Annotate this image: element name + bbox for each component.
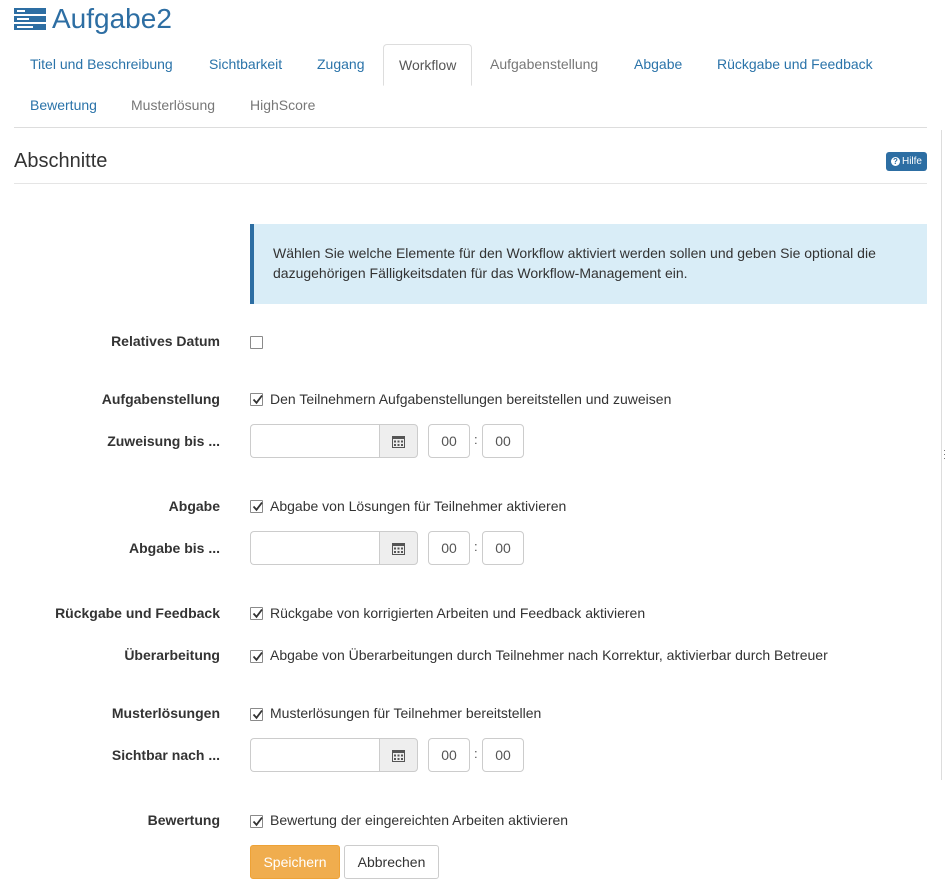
tab-title-description[interactable]: Titel und Beschreibung (15, 44, 188, 84)
help-button[interactable]: ? Hilfe (886, 152, 927, 171)
grading-label: Bewertung (147, 812, 220, 828)
tab-highscore[interactable]: HighScore (235, 85, 330, 125)
assignment-until-calendar-button[interactable] (379, 424, 418, 458)
page-header: Aufgabe2 (14, 2, 172, 36)
revision-label: Überarbeitung (124, 647, 220, 663)
tab-workflow[interactable]: Workflow (383, 44, 472, 86)
save-button[interactable]: Speichern (250, 845, 340, 879)
tab-sample-solution[interactable]: Musterlösung (116, 85, 230, 125)
relative-date-checkbox[interactable] (250, 336, 263, 349)
tab-submission[interactable]: Abgabe (619, 44, 697, 84)
resize-handle[interactable] (943, 448, 946, 460)
visible-after-calendar-button[interactable] (379, 738, 418, 772)
section-title: Abschnitte (14, 150, 108, 172)
scrollbar-track[interactable] (941, 130, 942, 780)
assignment-until-hour-input[interactable]: 00 (428, 424, 470, 458)
page-title: Aufgabe2 (52, 3, 172, 34)
time-separator: : (474, 432, 478, 447)
visible-after-hour-input[interactable]: 00 (428, 738, 470, 772)
visible-after-date-input[interactable] (250, 738, 380, 772)
assignment-checkbox[interactable] (250, 393, 263, 406)
revision-checkbox[interactable] (250, 650, 263, 663)
solutions-checkbox[interactable] (250, 708, 263, 721)
time-separator: : (474, 539, 478, 554)
info-text: Wählen Sie welche Elemente für den Workf… (273, 245, 876, 281)
assignment-until-label: Zuweisung bis ... (107, 433, 220, 449)
checkmark-icon (252, 709, 263, 720)
relative-date-label: Relatives Datum (111, 333, 220, 349)
submission-label: Abgabe (168, 498, 220, 514)
visible-after-minute-input[interactable]: 00 (482, 738, 524, 772)
section-divider (14, 183, 927, 184)
time-separator: : (474, 746, 478, 761)
tab-visibility[interactable]: Sichtbarkeit (194, 44, 297, 84)
submission-until-label: Abgabe bis ... (128, 540, 220, 556)
visible-after-label: Sichtbar nach ... (111, 747, 220, 763)
assignment-until-minute-input[interactable]: 00 (482, 424, 524, 458)
tab-access[interactable]: Zugang (302, 44, 379, 84)
feedback-checkbox[interactable] (250, 607, 263, 620)
submission-until-date-input[interactable] (250, 531, 380, 565)
checkmark-icon (252, 651, 263, 662)
calendar-icon (392, 542, 405, 555)
calendar-icon (392, 749, 405, 762)
solutions-checkbox-text: Musterlösungen für Teilnehmer bereitstel… (270, 705, 542, 721)
checkmark-icon (252, 501, 263, 512)
feedback-label: Rückgabe und Feedback (55, 605, 220, 621)
submission-until-minute-input[interactable]: 00 (482, 531, 524, 565)
submission-until-hour-input[interactable]: 00 (428, 531, 470, 565)
submission-checkbox-text: Abgabe von Lösungen für Teilnehmer aktiv… (270, 498, 567, 514)
grading-checkbox[interactable] (250, 815, 263, 828)
info-box: Wählen Sie welche Elemente für den Workf… (250, 224, 927, 304)
submission-until-calendar-button[interactable] (379, 531, 418, 565)
assignment-checkbox-text: Den Teilnehmern Aufgabenstellungen berei… (270, 391, 672, 407)
feedback-checkbox-text: Rückgabe von korrigierten Arbeiten und F… (270, 605, 646, 621)
assignment-label: Aufgabenstellung (101, 391, 220, 407)
solutions-label: Musterlösungen (111, 705, 220, 721)
question-circle-icon: ? (890, 157, 900, 166)
course-element-icon (14, 7, 46, 31)
assignment-until-date-input[interactable] (250, 424, 380, 458)
submission-checkbox[interactable] (250, 500, 263, 513)
checkmark-icon (252, 608, 263, 619)
revision-checkbox-text: Abgabe von Überarbeitungen durch Teilneh… (270, 647, 828, 663)
checkmark-icon (252, 394, 263, 405)
tab-assignment[interactable]: Aufgabenstellung (475, 44, 613, 84)
tab-return-feedback[interactable]: Rückgabe und Feedback (702, 44, 888, 84)
cancel-button[interactable]: Abbrechen (344, 845, 439, 879)
tab-grading[interactable]: Bewertung (15, 85, 112, 125)
help-label: Hilfe (901, 156, 922, 167)
checkmark-icon (252, 816, 263, 827)
grip-dots-icon (944, 450, 945, 459)
tab-bar: Titel und Beschreibung Sichtbarkeit Zuga… (14, 44, 927, 128)
calendar-icon (392, 435, 405, 448)
grading-checkbox-text: Bewertung der eingereichten Arbeiten akt… (270, 812, 569, 828)
